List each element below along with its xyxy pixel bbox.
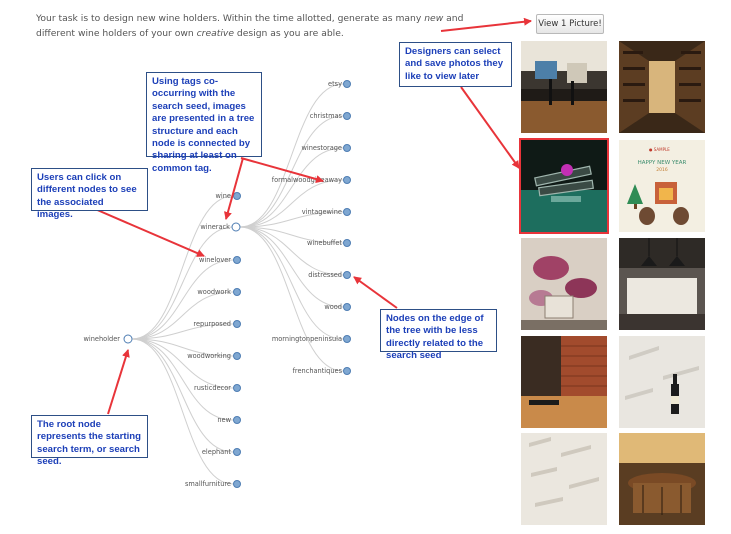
node-label-l1[interactable]: smallfurniture <box>185 480 231 488</box>
node-label-l2[interactable]: vintagewine <box>302 208 342 216</box>
tree-node-l1[interactable] <box>233 480 241 488</box>
tree-node-l1[interactable] <box>231 222 241 232</box>
node-label-l2[interactable]: christmas <box>310 112 342 120</box>
node-label-l2[interactable]: winebuffet <box>307 239 342 247</box>
tree-link <box>131 195 234 340</box>
node-label-l1[interactable]: winerack <box>200 223 230 231</box>
callout-root: The root node represents the starting se… <box>31 415 148 467</box>
tree-node-l1[interactable] <box>233 448 241 456</box>
tree-node-l1[interactable] <box>233 320 241 328</box>
wine-cellar-photo[interactable] <box>619 41 705 133</box>
floral-room-photo[interactable] <box>521 238 607 330</box>
callout-tags: Using tags co-occurring with the search … <box>146 72 262 174</box>
card-brand: ● SAMPLE <box>649 147 670 152</box>
tree-node-l2[interactable] <box>343 112 351 120</box>
node-label-l2[interactable]: formalwoodgiveaway <box>272 176 342 184</box>
node-label-l1[interactable]: wine <box>216 192 231 200</box>
tree-link <box>239 226 344 372</box>
callout-users: Users can click on different nodes to se… <box>31 168 148 220</box>
tree-node-root[interactable] <box>123 334 133 344</box>
node-label-l2[interactable]: etsy <box>328 80 342 88</box>
wine-rack-photo[interactable] <box>519 138 609 234</box>
tree-node-l2[interactable] <box>343 144 351 152</box>
tree-node-l2[interactable] <box>343 271 351 279</box>
tree-node-l1[interactable] <box>233 384 241 392</box>
node-label-l1[interactable]: winelover <box>199 256 231 264</box>
tree-link <box>131 338 234 389</box>
tree-node-l2[interactable] <box>343 335 351 343</box>
node-label-l1[interactable]: rusticdecor <box>194 384 231 392</box>
tree-node-l2[interactable] <box>343 80 351 88</box>
node-label-root[interactable]: wineholder <box>84 335 120 343</box>
tree-node-l1[interactable] <box>233 192 241 200</box>
tree-node-l1[interactable] <box>233 256 241 264</box>
card-year: 2016 <box>656 167 668 173</box>
node-label-l1[interactable]: woodwork <box>197 288 231 296</box>
tree-node-l1[interactable] <box>233 288 241 296</box>
tree-node-l2[interactable] <box>343 176 351 184</box>
wall-bottle-rack-photo[interactable] <box>619 336 705 428</box>
card-greeting: HAPPY NEW YEAR <box>638 160 687 166</box>
tree-node-l1[interactable] <box>233 416 241 424</box>
node-label-l1[interactable]: elephant <box>202 448 231 456</box>
barrel-table-photo[interactable] <box>619 433 705 525</box>
node-label-l2[interactable]: distressed <box>308 271 342 279</box>
node-label-l2[interactable]: morningtonpeninsula <box>272 335 342 343</box>
brick-wall-shelf-photo[interactable] <box>521 336 607 428</box>
pendant-kitchen-photo[interactable] <box>619 238 705 330</box>
node-label-l1[interactable]: woodworking <box>187 352 231 360</box>
tree-node-l1[interactable] <box>233 352 241 360</box>
node-label-l2[interactable]: winestorage <box>301 144 342 152</box>
tree-link <box>131 338 234 485</box>
node-label-l1[interactable]: new <box>217 416 231 424</box>
node-label-l1[interactable]: repurposed <box>193 320 231 328</box>
tree-node-l2[interactable] <box>343 239 351 247</box>
tree-node-l2[interactable] <box>343 303 351 311</box>
tree-node-l2[interactable] <box>343 208 351 216</box>
tree-node-l2[interactable] <box>343 367 351 375</box>
node-label-l2[interactable]: wood <box>324 303 342 311</box>
callout-designers: Designers can select and save photos the… <box>399 42 512 87</box>
kitchen-photo[interactable] <box>521 41 607 133</box>
callout-edge: Nodes on the edge of the tree with be le… <box>380 309 497 361</box>
new-year-card-photo[interactable]: ● SAMPLE HAPPY NEW YEAR 2016 <box>619 140 705 232</box>
node-label-l2[interactable]: frenchantiques <box>293 367 342 375</box>
white-wall-rack-photo[interactable] <box>521 433 607 525</box>
